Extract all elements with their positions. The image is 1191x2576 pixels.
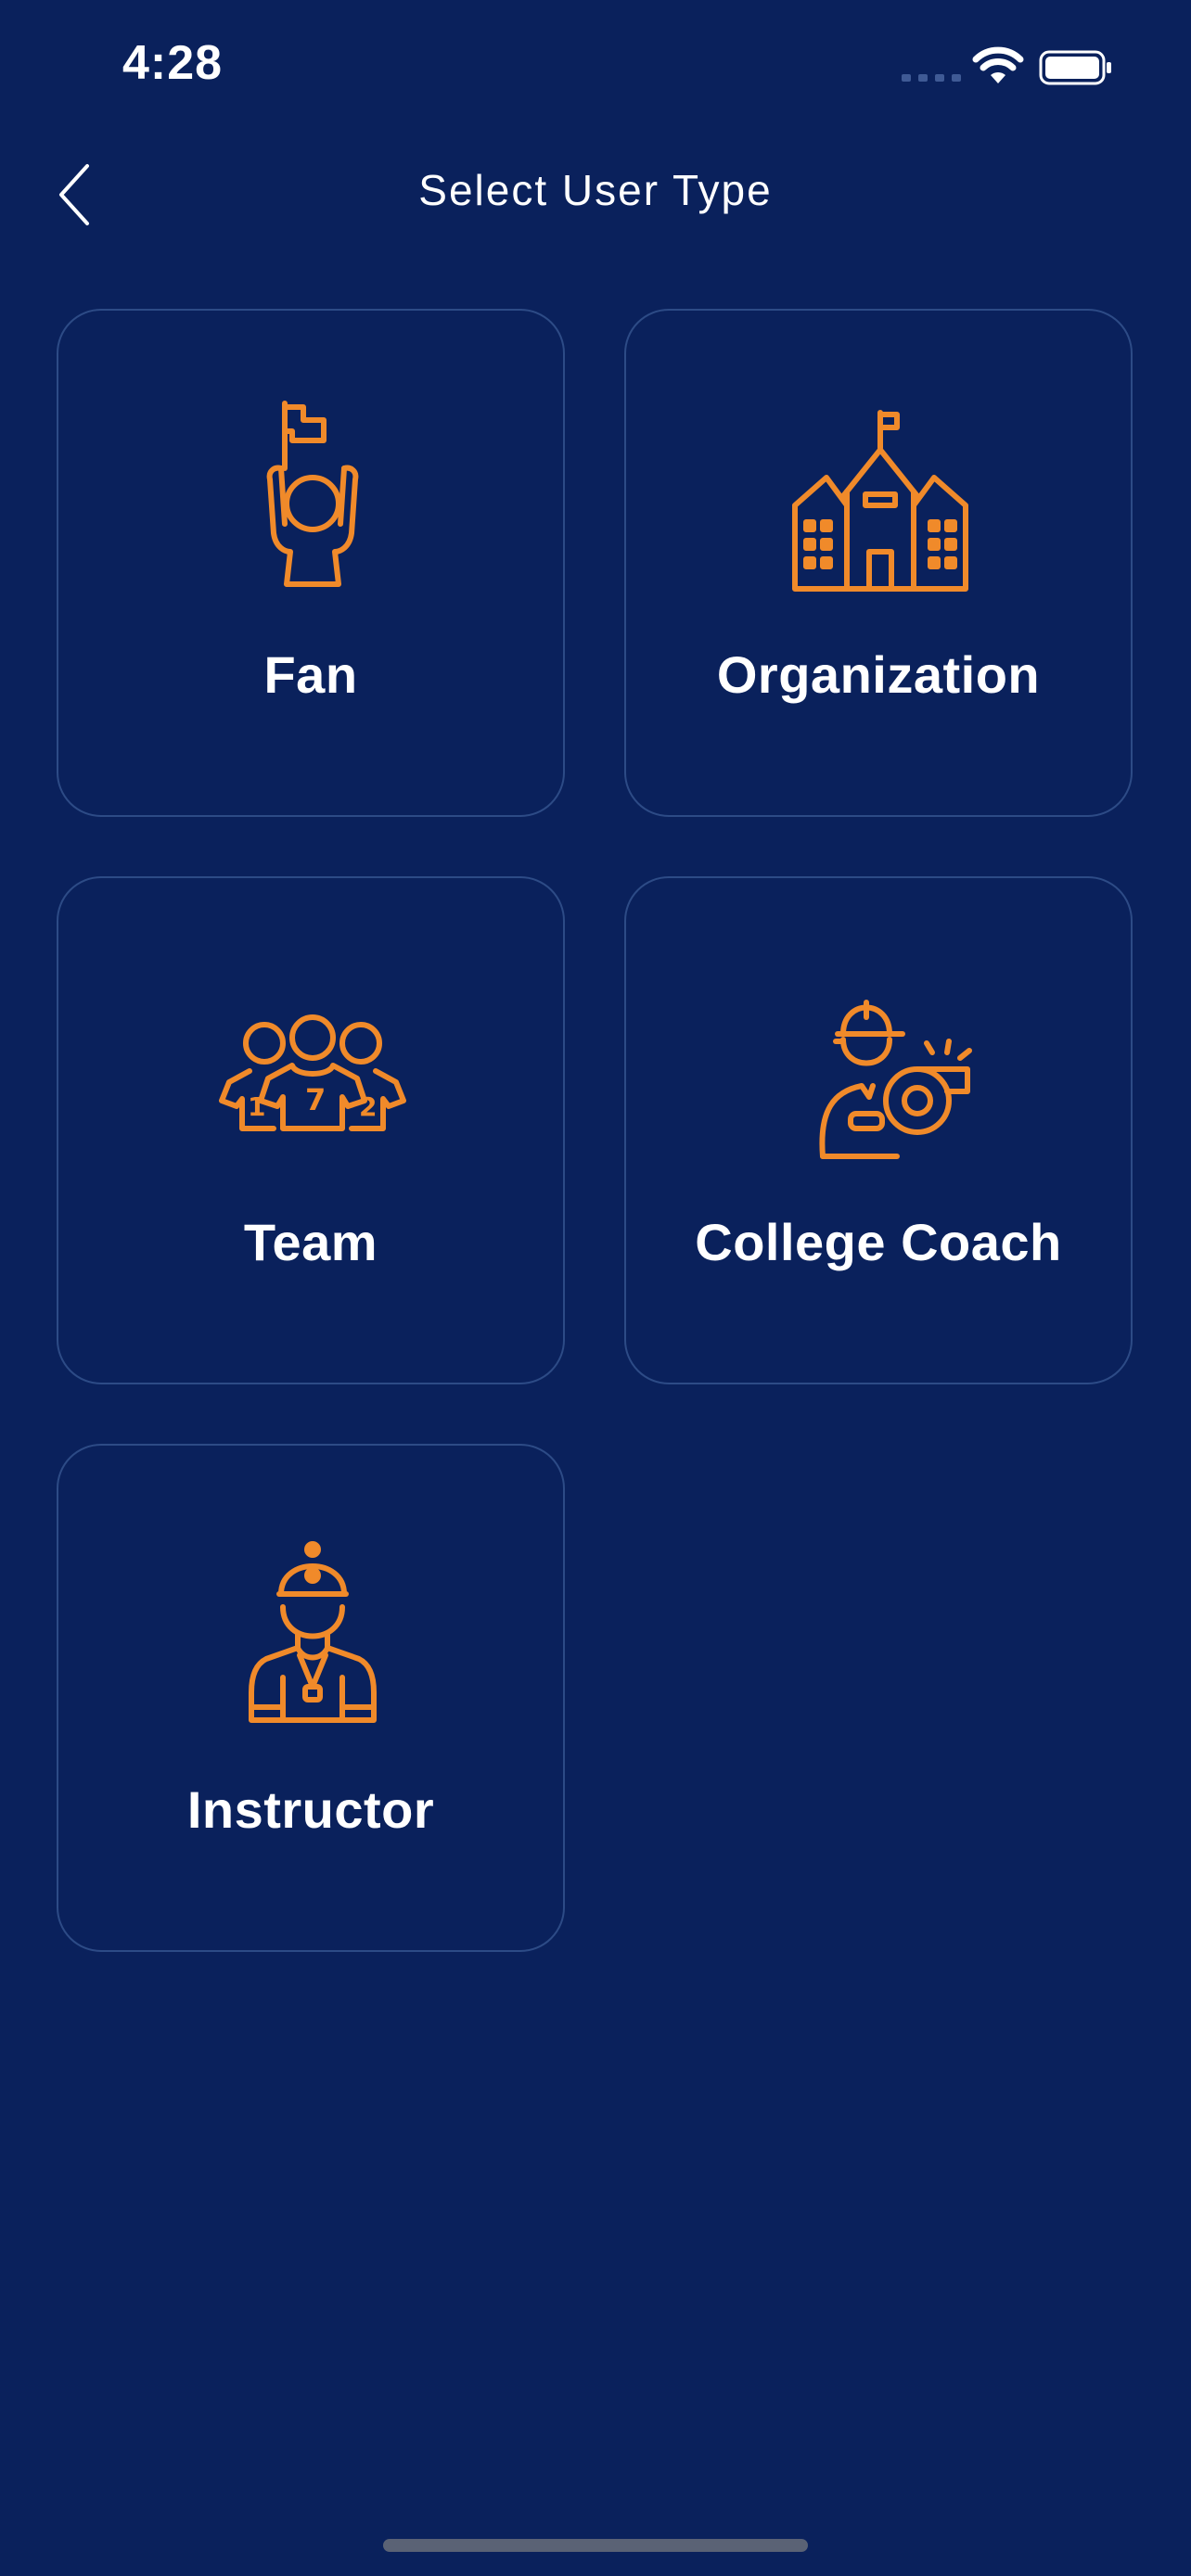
status-bar: 4:28 xyxy=(0,0,1191,139)
header: Select User Type xyxy=(0,139,1191,250)
coach-whistle-icon xyxy=(769,962,992,1175)
battery-icon xyxy=(1039,50,1111,85)
user-type-card-fan[interactable]: Fan xyxy=(57,309,565,817)
fan-flag-icon xyxy=(201,394,424,607)
school-building-icon xyxy=(769,394,992,607)
team-players-icon: 1 7 2 xyxy=(201,962,424,1175)
user-type-card-college-coach[interactable]: College Coach xyxy=(624,876,1133,1384)
card-label: College Coach xyxy=(695,1213,1062,1271)
user-type-card-team[interactable]: 1 7 2 Team xyxy=(57,876,565,1384)
wifi-icon xyxy=(972,46,1024,83)
svg-text:2: 2 xyxy=(359,1091,377,1122)
page-title: Select User Type xyxy=(418,166,773,214)
status-time: 4:28 xyxy=(122,36,224,90)
card-label: Instructor xyxy=(186,1780,435,1839)
card-label: Organization xyxy=(716,645,1041,704)
user-type-card-instructor[interactable]: Instructor xyxy=(57,1444,565,1952)
svg-text:1: 1 xyxy=(248,1091,265,1122)
instructor-cap-icon xyxy=(201,1529,424,1742)
card-label: Team xyxy=(243,1213,378,1271)
card-label: Fan xyxy=(263,645,358,704)
user-type-card-organization[interactable]: Organization xyxy=(624,309,1133,817)
svg-text:7: 7 xyxy=(305,1082,326,1117)
home-indicator[interactable] xyxy=(383,2539,808,2552)
cellular-signal-icon xyxy=(902,74,961,82)
